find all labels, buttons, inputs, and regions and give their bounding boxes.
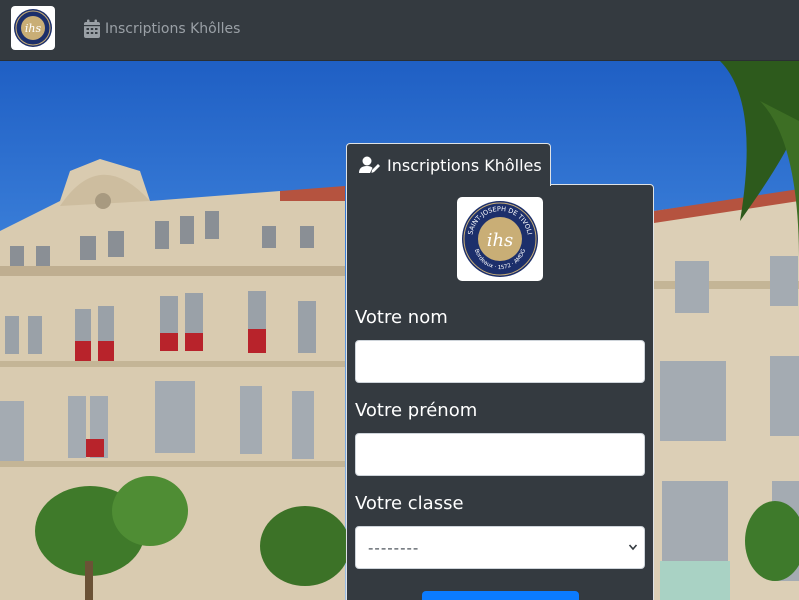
tab-label: Inscriptions Khôlles bbox=[387, 155, 542, 175]
nom-input[interactable] bbox=[355, 340, 645, 383]
calendar-icon bbox=[84, 19, 100, 38]
chevron-down-icon bbox=[628, 544, 638, 551]
svg-text:ihs: ihs bbox=[487, 230, 514, 251]
nom-label: Votre nom bbox=[355, 307, 448, 328]
brand-logo[interactable]: ihs bbox=[11, 6, 55, 50]
navbar: ihs Inscriptions Khôlles bbox=[0, 0, 799, 61]
submit-button[interactable] bbox=[422, 591, 579, 600]
user-edit-icon bbox=[359, 156, 380, 173]
classe-label: Votre classe bbox=[355, 493, 464, 514]
nav-link-inscriptions[interactable]: Inscriptions Khôlles bbox=[83, 16, 240, 42]
school-logo: SAINT-JOSEPH DE TIVOLI Bordeaux · 1572 ·… bbox=[457, 197, 543, 281]
prenom-label: Votre prénom bbox=[355, 400, 478, 421]
prenom-input[interactable] bbox=[355, 433, 645, 476]
school-seal-icon: ihs bbox=[14, 9, 52, 47]
registration-card: SAINT-JOSEPH DE TIVOLI Bordeaux · 1572 ·… bbox=[346, 184, 654, 600]
classe-selected-value: -------- bbox=[368, 538, 420, 557]
nav-link-label: Inscriptions Khôlles bbox=[105, 21, 241, 37]
svg-text:ihs: ihs bbox=[25, 22, 42, 35]
school-seal-icon: SAINT-JOSEPH DE TIVOLI Bordeaux · 1572 ·… bbox=[462, 201, 538, 277]
tab-inscriptions[interactable]: Inscriptions Khôlles bbox=[346, 143, 551, 186]
classe-select[interactable]: -------- bbox=[355, 526, 645, 569]
